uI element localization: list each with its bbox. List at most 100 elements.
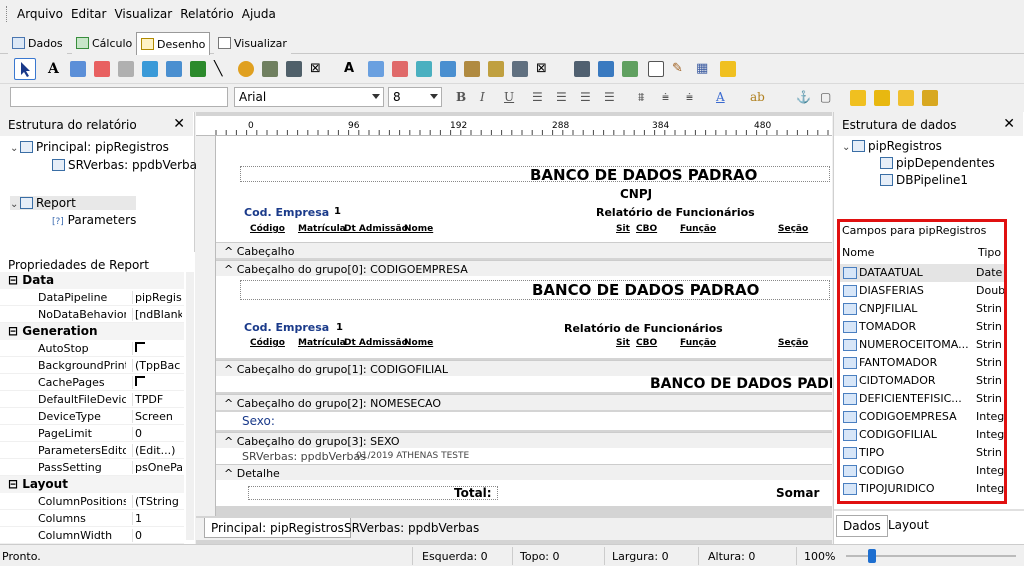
menu-arquivo[interactable]: Arquivo [13, 0, 67, 28]
props-scrollbar[interactable] [186, 272, 194, 540]
valign-middle-icon[interactable]: ⩧ [662, 90, 669, 105]
tab-srverbas[interactable]: SRVerbas: ppdbVerbas [338, 518, 485, 538]
tab-desenho[interactable]: Desenho [136, 32, 211, 55]
systemvar-tool-icon[interactable] [118, 61, 134, 77]
richtext-tool-icon[interactable] [94, 61, 110, 77]
tab-principal[interactable]: Principal: pipRegistros [204, 518, 351, 538]
barcode-tool-icon[interactable] [262, 61, 278, 77]
property-value[interactable]: Screen [132, 410, 182, 423]
image-tool-icon[interactable] [166, 61, 182, 77]
label-tool-icon[interactable]: A [48, 61, 64, 77]
bold-icon[interactable]: B [456, 90, 466, 104]
property-row[interactable]: ColumnWidth 0 [0, 527, 184, 544]
field-row[interactable]: CODIGO Integ [840, 462, 1004, 480]
property-row[interactable]: ColumnPositions (TString [0, 493, 184, 510]
band-label-grupo1[interactable]: ^ Cabeçalho do grupo[1]: CODIGOFILIAL [216, 360, 832, 376]
field-row[interactable]: DEFICIENTEFISIC... Strin [840, 390, 1004, 408]
dbimage-tool-icon[interactable] [440, 61, 456, 77]
property-row[interactable]: Columns 1 [0, 510, 184, 527]
band-label-grupo0[interactable]: ^ Cabeçalho do grupo[0]: CODIGOEMPRESA [216, 260, 832, 276]
align-right-icon[interactable]: ☰ [580, 90, 591, 104]
property-value[interactable]: TPDF [132, 393, 182, 406]
tree-node-report[interactable]: ⌄ Report [10, 196, 136, 210]
valign-bottom-icon[interactable]: ⩧ [686, 90, 693, 105]
paintbrush-tool-icon[interactable]: ✎ [672, 61, 688, 77]
field-row[interactable]: NUMEROCEITOMA... Strin [840, 336, 1004, 354]
line-tool-icon[interactable]: ╲ [214, 61, 230, 77]
band-grupo0[interactable]: BANCO DE DADOS PADRAO Cod. Empresa 1 Rel… [216, 276, 832, 358]
font-select[interactable]: Arial [234, 87, 384, 107]
property-row[interactable]: BackgroundPrintSe (TppBac [0, 357, 184, 374]
checkbox-tool-icon[interactable]: ⊠ [310, 61, 326, 77]
property-row[interactable]: AutoStop [0, 340, 184, 357]
tree-node-srverbas[interactable]: SRVerbas: ppdbVerbas [52, 158, 203, 172]
property-row[interactable]: PageLimit 0 [0, 425, 184, 442]
region-tool-icon[interactable] [574, 61, 590, 77]
tab-visualizar[interactable]: Visualizar [214, 32, 291, 54]
align-center-icon[interactable]: ☰ [556, 90, 567, 104]
property-row[interactable]: DataPipeline pipRegis [0, 289, 184, 306]
column-header-tipo[interactable]: Tipo [978, 246, 1001, 259]
field-row[interactable]: CODIGOFILIAL Integ [840, 426, 1004, 444]
property-value[interactable]: (TString [132, 495, 182, 508]
tab-layout-right[interactable]: Layout [882, 515, 935, 537]
close-icon[interactable]: ✕ [173, 116, 185, 132]
field-row[interactable]: TIPOJURIDICO Integ [840, 480, 1004, 498]
chart-tool-icon[interactable] [238, 61, 254, 77]
field-row[interactable]: CNPJFILIAL Strin [840, 300, 1004, 318]
field-row[interactable]: DIASFERIAS Doub [840, 282, 1004, 300]
send-back-icon[interactable] [874, 90, 890, 106]
menu-ajuda[interactable]: Ajuda [238, 0, 280, 28]
property-value[interactable]: pipRegis [132, 291, 182, 304]
zoom-slider[interactable] [868, 549, 876, 563]
band-header-area[interactable]: BANCO DE DADOS PADRAO CNPJ Cod. Empresa … [216, 136, 832, 246]
db2dbarcode-tool-icon[interactable] [512, 61, 528, 77]
tree-node-pipdependentes[interactable]: pipDependentes [880, 156, 995, 170]
menu-editar[interactable]: Editar [67, 0, 111, 28]
shape-tool-icon[interactable] [190, 61, 206, 77]
tab-calculo[interactable]: Cálculo [72, 32, 137, 54]
property-value[interactable]: 1 [132, 512, 182, 525]
grid-tool-icon[interactable]: ▦ [696, 61, 712, 77]
subreport-tool-icon[interactable] [598, 61, 614, 77]
property-row[interactable]: CachePages [0, 374, 184, 391]
band-grupo2[interactable]: Sexo: [216, 412, 832, 430]
tree-node-dbpipeline1[interactable]: DBPipeline1 [880, 173, 968, 187]
band-detalhe[interactable]: Total: Somar [216, 480, 832, 506]
property-value[interactable]: 0 [132, 427, 182, 440]
band-label-detalhe[interactable]: ^ Detalhe [216, 464, 832, 480]
tab-dados[interactable]: Dados [8, 32, 67, 54]
component-select[interactable] [10, 87, 228, 107]
dbmemo-tool-icon[interactable] [368, 61, 384, 77]
checkbox-icon[interactable] [135, 376, 145, 386]
justify-icon[interactable]: ☰ [604, 90, 615, 104]
menu-relatorio[interactable]: Relatório [176, 0, 238, 28]
field-row[interactable]: TIPO Strin [840, 444, 1004, 462]
2dbarcode-tool-icon[interactable] [286, 61, 302, 77]
property-value[interactable]: (Edit...) [132, 444, 182, 457]
band-label-grupo3[interactable]: ^ Cabeçalho do grupo[3]: SEXO [216, 432, 832, 448]
teechart-tool-icon[interactable] [720, 61, 736, 77]
property-value[interactable]: [ndBlank [132, 308, 182, 321]
dbcheckbox-tool-icon[interactable]: ⊠ [536, 61, 552, 77]
property-value[interactable] [132, 342, 182, 355]
close-icon[interactable]: ✕ [1003, 116, 1015, 132]
tab-dados-right[interactable]: Dados [836, 515, 888, 537]
border-icon[interactable]: ▢ [820, 90, 831, 104]
property-value[interactable]: psOnePa [132, 461, 182, 474]
design-canvas[interactable]: BANCO DE DADOS PADRAO CNPJ Cod. Empresa … [196, 136, 832, 518]
property-value[interactable]: (TppBac [132, 359, 182, 372]
valign-top-icon[interactable]: ⩩ [638, 90, 644, 105]
pagebreak-tool-icon[interactable] [622, 61, 638, 77]
property-row[interactable]: ParametersEditor (Edit...) [0, 442, 184, 459]
band-grupo1[interactable]: BANCO DE DADOS PADR [216, 376, 832, 392]
font-color-icon[interactable]: A [716, 90, 725, 104]
property-row[interactable]: DeviceType Screen [0, 408, 184, 425]
italic-icon[interactable]: I [480, 90, 485, 104]
dbbarcode-tool-icon[interactable] [464, 61, 480, 77]
property-value[interactable]: 0 [132, 529, 182, 542]
column-header-nome[interactable]: Nome [842, 246, 874, 259]
variable-tool-icon[interactable] [142, 61, 158, 77]
tree-node-pipregistros[interactable]: ⌄ pipRegistros [842, 139, 942, 153]
underline-icon[interactable]: U [504, 90, 514, 104]
